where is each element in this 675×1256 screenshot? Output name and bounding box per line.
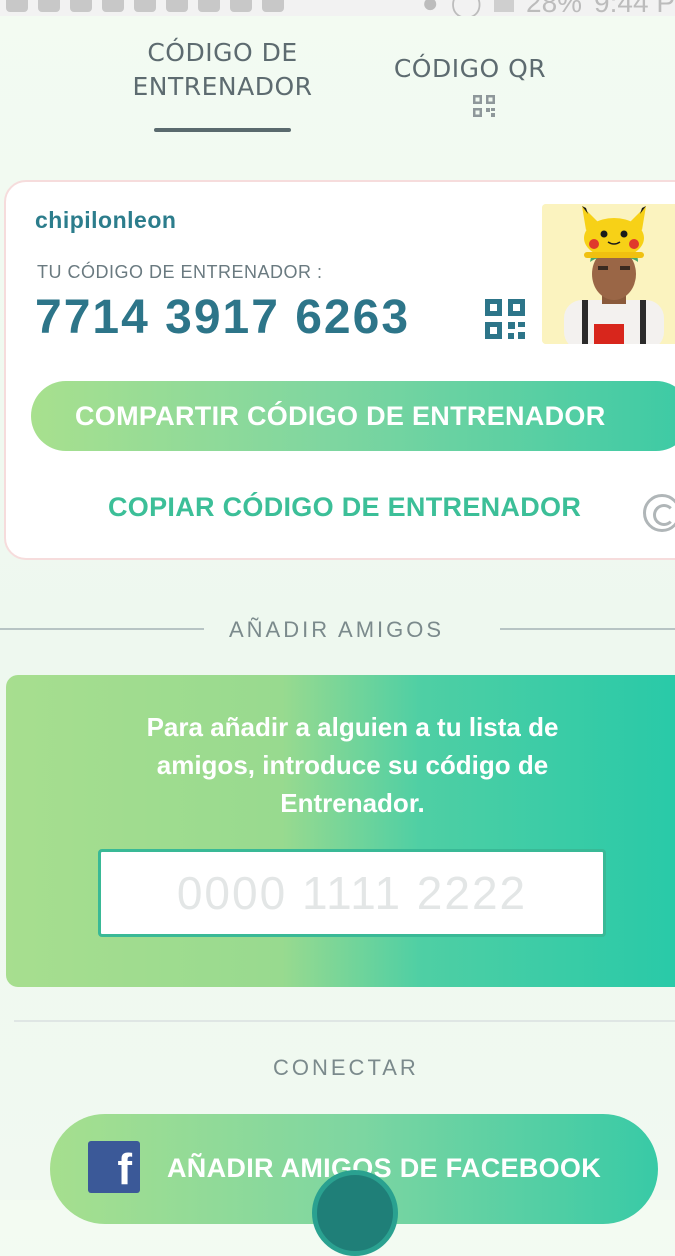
avatar-illustration (542, 204, 675, 344)
tab-trainer-code-line2: ENTRENADOR (132, 72, 313, 101)
image-icon (198, 0, 220, 12)
tab-qr-code-label: CÓDIGO QR (393, 54, 547, 83)
cloud-icon (230, 0, 252, 12)
divider-line-right (500, 628, 675, 630)
location-icon: ● (421, 0, 439, 16)
notification-icon (6, 0, 28, 12)
qr-code-button-icon[interactable] (484, 298, 526, 340)
facebook-notification-icon (102, 0, 124, 12)
spotify-icon (38, 0, 60, 12)
add-friends-title: AÑADIR AMIGOS (229, 617, 445, 642)
account-icon (70, 0, 92, 12)
status-bar: ● ◯ 28% 9:44 P (0, 0, 675, 16)
signal-icon (494, 0, 514, 12)
battery-level: 28% (526, 0, 583, 16)
connect-divider (14, 1020, 675, 1022)
tab-trainer-code[interactable]: CÓDIGO DE ENTRENADOR (110, 36, 335, 104)
connect-title: CONECTAR (273, 1055, 419, 1080)
clipboard-icon (262, 0, 284, 12)
trainer-username: chipilonleon (35, 207, 177, 233)
card-icon (166, 0, 188, 12)
tab-qr-code[interactable]: CÓDIGO QR (390, 52, 550, 86)
qr-code-icon (473, 95, 495, 117)
alarm-icon: ◯ (450, 0, 482, 16)
close-menu-button[interactable] (312, 1170, 398, 1256)
copy-icon[interactable] (643, 494, 675, 532)
card-icon (134, 0, 156, 12)
share-trainer-code-button[interactable]: COMPARTIR CÓDIGO DE ENTRENADOR (31, 381, 675, 451)
active-tab-indicator (154, 128, 291, 132)
trainer-code-value: 7714 3917 6263 (35, 291, 411, 344)
trainer-avatar (542, 204, 675, 344)
add-facebook-friends-label: AÑADIR AMIGOS DE FACEBOOK (167, 1153, 602, 1183)
status-right: ● ◯ 28% 9:44 P (422, 0, 675, 16)
trainer-code-label: TU CÓDIGO DE ENTRENADOR : (37, 262, 323, 282)
add-friends-instruction: Para añadir a alguien a tu lista de amig… (146, 712, 559, 818)
copy-trainer-code-button[interactable]: COPIAR CÓDIGO DE ENTRENADOR (108, 492, 581, 523)
clock: 9:44 P (594, 0, 675, 16)
notification-icons (6, 0, 284, 12)
friend-code-input[interactable] (98, 849, 606, 937)
divider-line-left (0, 628, 204, 630)
facebook-icon: f (88, 1141, 140, 1193)
tab-trainer-code-line1: CÓDIGO DE (147, 38, 298, 67)
